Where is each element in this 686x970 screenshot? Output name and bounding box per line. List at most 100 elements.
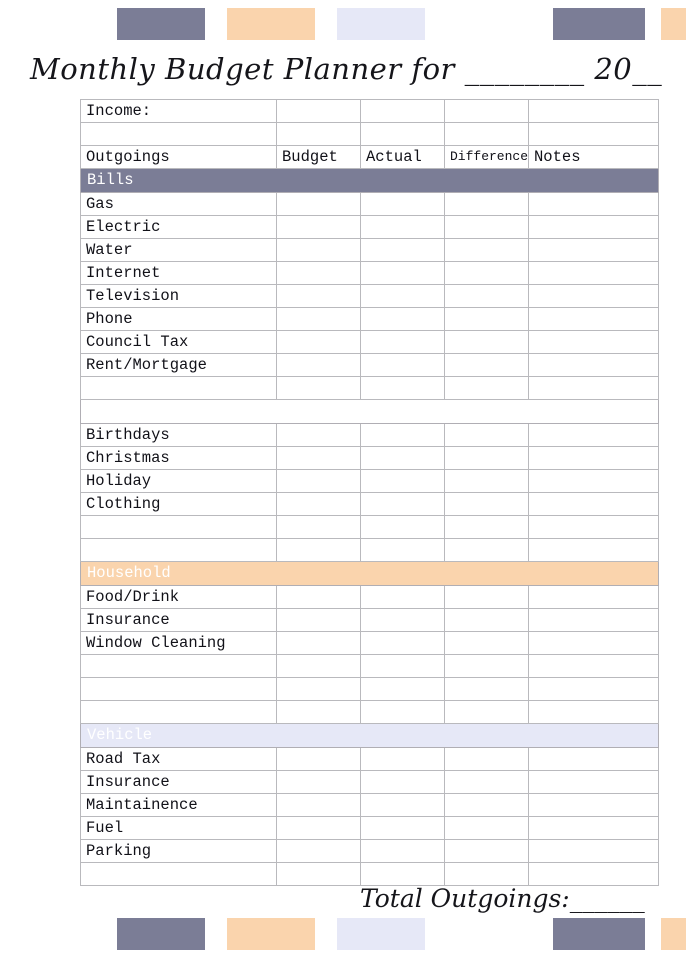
- item-row-birthdays-1-0-actual-cell[interactable]: [360, 423, 445, 447]
- blank-row-1-1-notes-cell[interactable]: [528, 538, 659, 562]
- blank-row-0-0-budget-cell[interactable]: [276, 376, 361, 400]
- item-row-maintainence-3-2-notes-cell[interactable]: [528, 793, 659, 817]
- income-blank-row-difference-cell[interactable]: [444, 122, 529, 146]
- item-row-holiday-1-2-notes-cell[interactable]: [528, 469, 659, 493]
- item-row-birthdays-1-0-difference-cell[interactable]: [444, 423, 529, 447]
- item-row-fuel-3-3-budget-cell[interactable]: [276, 816, 361, 840]
- blank-row-2-0-notes-cell[interactable]: [528, 654, 659, 678]
- income-blank-row-budget-cell[interactable]: [276, 122, 361, 146]
- item-row-clothing-1-3-budget-cell[interactable]: [276, 492, 361, 516]
- item-row-parking-3-4-budget-cell[interactable]: [276, 839, 361, 863]
- item-row-electric-0-1-difference-cell[interactable]: [444, 215, 529, 239]
- item-row-maintainence-3-2-budget-cell[interactable]: [276, 793, 361, 817]
- blank-row-2-0-actual-cell[interactable]: [360, 654, 445, 678]
- item-row-insurance-3-1-actual-cell[interactable]: [360, 770, 445, 794]
- item-row-internet-0-3-difference-cell[interactable]: [444, 261, 529, 285]
- item-row-clothing-1-3-difference-cell[interactable]: [444, 492, 529, 516]
- blank-row-1-1-budget-cell[interactable]: [276, 538, 361, 562]
- income-row-notes-cell[interactable]: [528, 99, 659, 123]
- blank-row-2-1-difference-cell[interactable]: [444, 677, 529, 701]
- item-row-food-drink-2-0-actual-cell[interactable]: [360, 585, 445, 609]
- income-blank-row-actual-cell[interactable]: [360, 122, 445, 146]
- item-row-water-0-2-difference-cell[interactable]: [444, 238, 529, 262]
- item-row-rent-mortgage-0-7-actual-cell[interactable]: [360, 353, 445, 377]
- item-row-holiday-1-2-difference-cell[interactable]: [444, 469, 529, 493]
- income-row-budget-cell[interactable]: [276, 99, 361, 123]
- blank-row-0-0-notes-cell[interactable]: [528, 376, 659, 400]
- item-row-road-tax-3-0-actual-cell[interactable]: [360, 747, 445, 771]
- item-row-parking-3-4-notes-cell[interactable]: [528, 839, 659, 863]
- item-row-window-cleaning-2-2-notes-cell[interactable]: [528, 631, 659, 655]
- blank-row-1-0-actual-cell[interactable]: [360, 515, 445, 539]
- blank-row-1-0-budget-cell[interactable]: [276, 515, 361, 539]
- item-row-insurance-2-1-actual-cell[interactable]: [360, 608, 445, 632]
- item-row-window-cleaning-2-2-actual-cell[interactable]: [360, 631, 445, 655]
- item-row-insurance-3-1-budget-cell[interactable]: [276, 770, 361, 794]
- item-row-water-0-2-actual-cell[interactable]: [360, 238, 445, 262]
- blank-row-2-2-budget-cell[interactable]: [276, 700, 361, 724]
- item-row-insurance-2-1-budget-cell[interactable]: [276, 608, 361, 632]
- blank-row-2-0-difference-cell[interactable]: [444, 654, 529, 678]
- income-row-actual-cell[interactable]: [360, 99, 445, 123]
- item-row-television-0-4-difference-cell[interactable]: [444, 284, 529, 308]
- item-row-insurance-3-1-difference-cell[interactable]: [444, 770, 529, 794]
- item-row-phone-0-5-difference-cell[interactable]: [444, 307, 529, 331]
- item-row-insurance-2-1-notes-cell[interactable]: [528, 608, 659, 632]
- item-row-water-0-2-notes-cell[interactable]: [528, 238, 659, 262]
- item-row-parking-3-4-difference-cell[interactable]: [444, 839, 529, 863]
- item-row-clothing-1-3-notes-cell[interactable]: [528, 492, 659, 516]
- item-row-road-tax-3-0-difference-cell[interactable]: [444, 747, 529, 771]
- item-row-council-tax-0-6-budget-cell[interactable]: [276, 330, 361, 354]
- item-row-television-0-4-actual-cell[interactable]: [360, 284, 445, 308]
- item-row-rent-mortgage-0-7-difference-cell[interactable]: [444, 353, 529, 377]
- blank-row-2-2-difference-cell[interactable]: [444, 700, 529, 724]
- item-row-council-tax-0-6-difference-cell[interactable]: [444, 330, 529, 354]
- blank-row-1-1-difference-cell[interactable]: [444, 538, 529, 562]
- item-row-christmas-1-1-difference-cell[interactable]: [444, 446, 529, 470]
- blank-row-3-0-notes-cell[interactable]: [528, 862, 659, 886]
- item-row-internet-0-3-notes-cell[interactable]: [528, 261, 659, 285]
- item-row-gas-0-0-notes-cell[interactable]: [528, 192, 659, 216]
- income-row-difference-cell[interactable]: [444, 99, 529, 123]
- item-row-insurance-3-1-notes-cell[interactable]: [528, 770, 659, 794]
- blank-row-0-0-actual-cell[interactable]: [360, 376, 445, 400]
- item-row-council-tax-0-6-actual-cell[interactable]: [360, 330, 445, 354]
- item-row-phone-0-5-budget-cell[interactable]: [276, 307, 361, 331]
- item-row-window-cleaning-2-2-difference-cell[interactable]: [444, 631, 529, 655]
- item-row-christmas-1-1-budget-cell[interactable]: [276, 446, 361, 470]
- item-row-fuel-3-3-actual-cell[interactable]: [360, 816, 445, 840]
- blank-row-3-0-actual-cell[interactable]: [360, 862, 445, 886]
- item-row-road-tax-3-0-budget-cell[interactable]: [276, 747, 361, 771]
- item-row-holiday-1-2-actual-cell[interactable]: [360, 469, 445, 493]
- item-row-fuel-3-3-notes-cell[interactable]: [528, 816, 659, 840]
- item-row-electric-0-1-actual-cell[interactable]: [360, 215, 445, 239]
- item-row-christmas-1-1-actual-cell[interactable]: [360, 446, 445, 470]
- item-row-road-tax-3-0-notes-cell[interactable]: [528, 747, 659, 771]
- item-row-food-drink-2-0-budget-cell[interactable]: [276, 585, 361, 609]
- item-row-window-cleaning-2-2-budget-cell[interactable]: [276, 631, 361, 655]
- item-row-internet-0-3-actual-cell[interactable]: [360, 261, 445, 285]
- item-row-television-0-4-notes-cell[interactable]: [528, 284, 659, 308]
- item-row-rent-mortgage-0-7-budget-cell[interactable]: [276, 353, 361, 377]
- item-row-maintainence-3-2-difference-cell[interactable]: [444, 793, 529, 817]
- item-row-clothing-1-3-actual-cell[interactable]: [360, 492, 445, 516]
- blank-row-2-0-budget-cell[interactable]: [276, 654, 361, 678]
- item-row-gas-0-0-actual-cell[interactable]: [360, 192, 445, 216]
- item-row-food-drink-2-0-notes-cell[interactable]: [528, 585, 659, 609]
- blank-row-2-1-actual-cell[interactable]: [360, 677, 445, 701]
- blank-row-2-2-notes-cell[interactable]: [528, 700, 659, 724]
- item-row-holiday-1-2-budget-cell[interactable]: [276, 469, 361, 493]
- blank-row-0-0-difference-cell[interactable]: [444, 376, 529, 400]
- item-row-phone-0-5-actual-cell[interactable]: [360, 307, 445, 331]
- item-row-gas-0-0-budget-cell[interactable]: [276, 192, 361, 216]
- blank-row-1-1-actual-cell[interactable]: [360, 538, 445, 562]
- item-row-insurance-2-1-difference-cell[interactable]: [444, 608, 529, 632]
- blank-row-1-0-difference-cell[interactable]: [444, 515, 529, 539]
- blank-row-1-0-notes-cell[interactable]: [528, 515, 659, 539]
- item-row-food-drink-2-0-difference-cell[interactable]: [444, 585, 529, 609]
- blank-row-3-0-difference-cell[interactable]: [444, 862, 529, 886]
- blank-row-2-1-budget-cell[interactable]: [276, 677, 361, 701]
- blank-row-2-2-actual-cell[interactable]: [360, 700, 445, 724]
- item-row-electric-0-1-notes-cell[interactable]: [528, 215, 659, 239]
- item-row-water-0-2-budget-cell[interactable]: [276, 238, 361, 262]
